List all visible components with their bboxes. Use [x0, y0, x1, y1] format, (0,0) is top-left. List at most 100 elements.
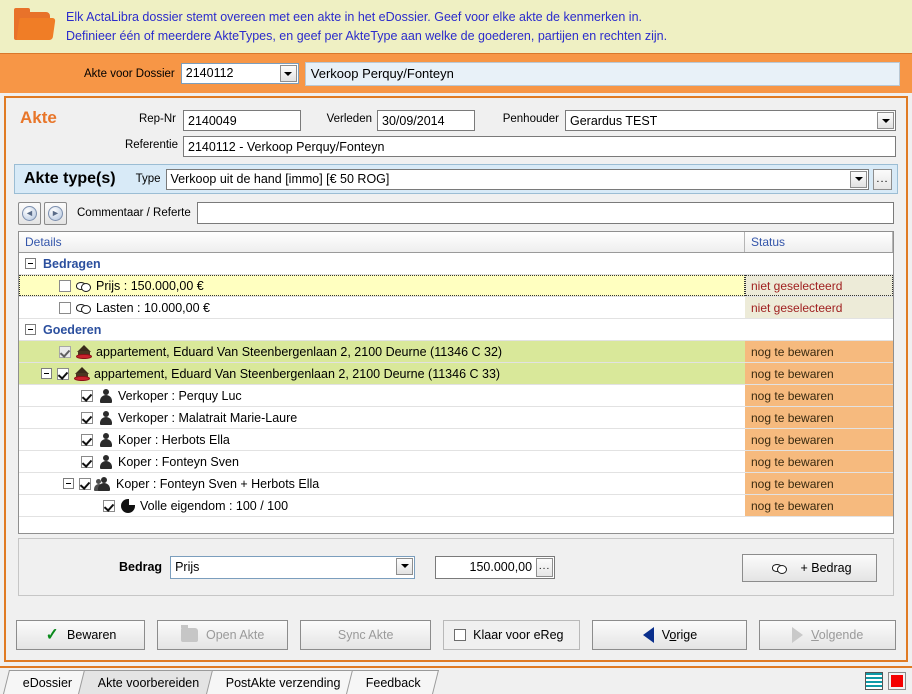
info-banner: Elk ActaLibra dossier stemt overeen met …	[0, 0, 912, 53]
row-status-cell	[745, 253, 893, 274]
chevron-down-icon[interactable]	[279, 65, 297, 82]
collapse-toggle-icon[interactable]	[41, 368, 52, 379]
volgende-button[interactable]: Volgende	[759, 620, 896, 650]
row-detail-cell: Koper : Herbots Ella	[19, 429, 745, 450]
verleden-date-input[interactable]: 30/09/2014	[377, 110, 475, 131]
tree-item-row[interactable]: Volle eigendom : 100 / 100 nog te bewaren	[19, 495, 893, 517]
person-icon	[98, 432, 114, 447]
banner-line-2: Definieer één of meerdere AkteTypes, en …	[66, 28, 668, 43]
commentaar-label: Commentaar / Referte	[77, 207, 191, 219]
dossier-number-combobox[interactable]: 2140112	[180, 63, 299, 84]
tree-item-row[interactable]: Prijs : 150.000,00 € niet geselecteerd	[19, 275, 893, 297]
tree-item-row[interactable]: appartement, Eduard Van Steenbergenlaan …	[19, 363, 893, 385]
row-checkbox[interactable]	[59, 301, 71, 314]
checkbox-icon[interactable]	[454, 629, 467, 641]
tab-postakte-verzending[interactable]: PostAkte verzending	[205, 670, 359, 694]
grid-header: Details Status	[19, 232, 893, 253]
row-status-cell: niet geselecteerd	[745, 297, 893, 318]
action-bar: ✓ Bewaren Open Akte Sync Akte Klaar voor…	[16, 618, 896, 652]
banner-line-1: Elk ActaLibra dossier stemt overeen met …	[66, 9, 642, 24]
bedrag-amount-input[interactable]: 150.000,00 ...	[435, 555, 556, 579]
collapse-toggle-icon[interactable]	[63, 478, 74, 489]
row-status-cell: nog te bewaren	[745, 341, 893, 362]
row-detail-cell: Lasten : 10.000,00 €	[19, 297, 745, 318]
klaar-voor-ereg-checkbox[interactable]: Klaar voor eReg	[443, 620, 581, 650]
column-header-status[interactable]: Status	[745, 232, 893, 252]
next-glyph: ►	[48, 205, 63, 221]
sync-akte-label: Sync Akte	[337, 628, 394, 642]
row-label: Volle eigendom : 100 / 100	[140, 498, 289, 513]
row-checkbox[interactable]	[81, 455, 93, 468]
commentaar-input[interactable]	[196, 202, 894, 224]
tree-item-row[interactable]: Verkoper : Malatrait Marie-Laure nog te b…	[19, 407, 893, 429]
chevron-down-icon[interactable]	[877, 112, 894, 129]
save-button[interactable]: ✓ Bewaren	[16, 620, 146, 650]
row-detail-cell: appartement, Eduard Van Steenbergenlaan …	[19, 341, 745, 362]
row-checkbox[interactable]	[59, 345, 71, 358]
add-bedrag-label: + Bedrag	[800, 561, 852, 575]
prev-glyph: ◄	[22, 205, 37, 221]
dossier-number-value: 2140112	[185, 66, 234, 80]
dossier-label: Akte voor Dossier	[84, 67, 175, 80]
arrow-right-circle-icon[interactable]: ►	[44, 201, 67, 225]
chevron-down-icon[interactable]	[396, 557, 414, 575]
row-label: appartement, Eduard Van Steenbergenlaan …	[94, 366, 501, 381]
triangle-right-icon	[792, 627, 804, 643]
row-status-cell: nog te bewaren	[745, 363, 893, 384]
bedrag-label: Bedrag	[119, 560, 163, 574]
akte-type-more-button[interactable]: ...	[873, 168, 892, 190]
tab-feedback[interactable]: Feedback	[346, 670, 440, 694]
rep-nr-input[interactable]: 2140049	[183, 110, 301, 131]
tree-item-row[interactable]: Koper : Fonteyn Sven nog te bewaren	[19, 451, 893, 473]
vorige-label: Vorige	[661, 628, 698, 642]
collapse-toggle-icon[interactable]	[25, 258, 36, 269]
column-header-details[interactable]: Details	[19, 232, 745, 252]
akte-type-combobox[interactable]: Verkoop uit de hand [immo] [€ 50 ROG]	[165, 168, 869, 190]
bottom-tabstrip: eDossier Akte voorbereiden PostAkte verz…	[0, 666, 912, 694]
striped-indicator-icon[interactable]	[865, 672, 883, 690]
chevron-down-icon[interactable]	[850, 170, 867, 188]
tab-akte-voorbereiden[interactable]: Akte voorbereiden	[78, 670, 218, 694]
akte-panel: Akte Rep-Nr 2140049 Verleden 30/09/2014 …	[4, 96, 908, 662]
person-icon	[98, 454, 114, 469]
bedrag-amount-more-button[interactable]: ...	[536, 557, 554, 577]
arrow-left-circle-icon[interactable]: ◄	[18, 201, 41, 225]
row-detail-cell: Bedragen	[19, 253, 745, 274]
tab-label: Akte voorbereiden	[98, 675, 200, 690]
tree-item-row[interactable]: Koper : Fonteyn Sven + Herbots Ella nog t…	[19, 473, 893, 495]
add-bedrag-button[interactable]: + Bedrag	[742, 554, 877, 582]
row-checkbox[interactable]	[81, 389, 93, 402]
tab-edossier[interactable]: eDossier	[3, 670, 91, 694]
open-akte-button[interactable]: Open Akte	[157, 620, 289, 650]
dossier-name-value: Verkoop Perquy/Fonteyn	[310, 66, 454, 81]
dossier-selector-bar: Akte voor Dossier 2140112 Verkoop Perquy…	[0, 53, 912, 93]
tree-group-row[interactable]: Goederen	[19, 319, 893, 341]
row-checkbox[interactable]	[103, 499, 115, 512]
details-grid: Details Status Bedragen Prijs : 150.000,0…	[18, 231, 894, 534]
bedrag-type-combobox[interactable]: Prijs	[170, 555, 416, 579]
row-label: Verkoper : Perquy Luc	[118, 388, 242, 403]
penhouder-combobox[interactable]: Gerardus TEST	[565, 110, 896, 131]
row-label: Koper : Herbots Ella	[118, 432, 230, 447]
row-checkbox[interactable]	[57, 367, 69, 380]
red-square-icon[interactable]	[888, 672, 906, 690]
row-checkbox[interactable]	[59, 279, 71, 292]
row-checkbox[interactable]	[81, 411, 93, 424]
referentie-input[interactable]: 2140112 - Verkoop Perquy/Fonteyn	[183, 136, 896, 157]
referentie-value: 2140112 - Verkoop Perquy/Fonteyn	[188, 139, 385, 154]
sync-akte-button[interactable]: Sync Akte	[300, 620, 432, 650]
row-detail-cell: Verkoper : Perquy Luc	[19, 385, 745, 406]
row-checkbox[interactable]	[79, 477, 91, 490]
row-detail-cell: Koper : Fonteyn Sven	[19, 451, 745, 472]
tree-item-row[interactable]: Verkoper : Perquy Luc nog te bewaren	[19, 385, 893, 407]
row-checkbox[interactable]	[81, 433, 93, 446]
penhouder-label: Penhouder	[502, 113, 559, 125]
tree-item-row[interactable]: appartement, Eduard Van Steenbergenlaan …	[19, 341, 893, 363]
tree-item-row[interactable]: Lasten : 10.000,00 € niet geselecteerd	[19, 297, 893, 319]
collapse-toggle-icon[interactable]	[25, 324, 36, 335]
tree-group-row[interactable]: Bedragen	[19, 253, 893, 275]
tree-item-row[interactable]: Koper : Herbots Ella nog te bewaren	[19, 429, 893, 451]
dossier-name-field: Verkoop Perquy/Fonteyn	[304, 61, 900, 86]
status-tray	[865, 672, 906, 690]
vorige-button[interactable]: Vorige	[592, 620, 748, 650]
